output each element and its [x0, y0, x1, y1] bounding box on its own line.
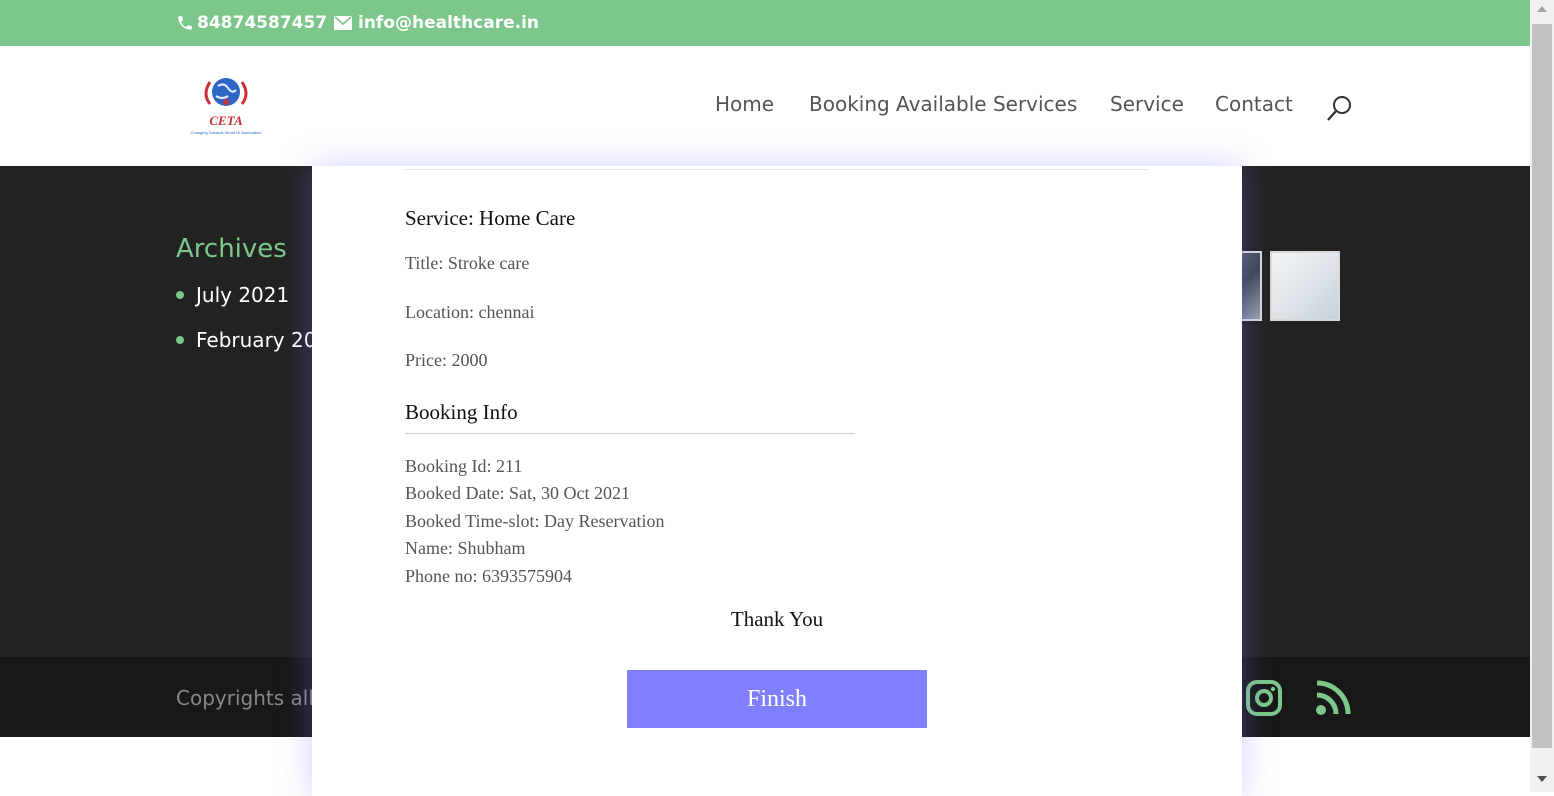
- archive-label: July 2021: [196, 283, 290, 307]
- archives-heading: Archives: [176, 234, 287, 264]
- thank-you-message: Thank You: [730, 607, 824, 631]
- phone-number: 84874587457: [197, 13, 328, 33]
- site-header: CETA Changing Towards World Of Automatio…: [0, 46, 1530, 166]
- booking-info-heading: Booking Info: [405, 400, 518, 424]
- divider: [405, 433, 855, 434]
- svg-text:CETA: CETA: [209, 113, 243, 128]
- email-address: info@healthcare.in: [358, 13, 540, 33]
- envelope-icon: [334, 16, 352, 30]
- archive-link-july-2021[interactable]: July 2021: [176, 283, 289, 307]
- bullet-icon: [176, 291, 184, 299]
- page-scrollbar[interactable]: [1530, 0, 1554, 792]
- nav-service[interactable]: Service: [1110, 92, 1184, 116]
- scroll-up-arrow-icon[interactable]: [1537, 6, 1547, 12]
- phone-contact[interactable]: 84874587457: [176, 13, 327, 33]
- service-location: Location: chennai: [405, 302, 535, 322]
- scroll-down-arrow-icon[interactable]: [1537, 776, 1547, 782]
- customer-phone: Phone no: 6393575904: [405, 566, 573, 586]
- booking-id: Booking Id: 211: [405, 456, 523, 476]
- nav-home[interactable]: Home: [715, 92, 774, 116]
- booking-confirmation-modal: Service: Home Care Title: Stroke care Lo…: [312, 166, 1242, 796]
- booked-date: Booked Date: Sat, 30 Oct 2021: [405, 483, 630, 503]
- booked-time-slot: Booked Time-slot: Day Reservation: [405, 511, 665, 531]
- service-name: Service: Home Care: [405, 206, 576, 230]
- divider: [405, 169, 1148, 170]
- rss-icon[interactable]: [1314, 679, 1354, 717]
- site-logo[interactable]: CETA Changing Towards World Of Automatio…: [180, 74, 272, 138]
- archive-label: February 20: [196, 328, 317, 352]
- nav-booking-available-services[interactable]: Booking Available Services: [809, 92, 1077, 116]
- phone-icon: [178, 16, 192, 30]
- top-contact-bar: 84874587457 info@healthcare.in: [0, 0, 1530, 46]
- scrollbar-thumb[interactable]: [1532, 24, 1552, 748]
- bullet-icon: [176, 336, 184, 344]
- finish-button[interactable]: Finish: [627, 670, 927, 728]
- customer-name: Name: Shubham: [405, 538, 526, 558]
- nav-contact[interactable]: Contact: [1215, 92, 1293, 116]
- archive-link-february[interactable]: February 20: [176, 328, 316, 352]
- email-contact[interactable]: info@healthcare.in: [334, 13, 539, 33]
- gallery-thumbnail[interactable]: [1270, 251, 1340, 321]
- service-price: Price: 2000: [405, 350, 488, 370]
- instagram-icon[interactable]: [1245, 679, 1283, 717]
- search-icon[interactable]: [1326, 94, 1354, 122]
- service-title: Title: Stroke care: [405, 253, 530, 273]
- logo-tagline: Changing Towards World Of Automation: [190, 130, 261, 135]
- copyright-text: Copyrights all: [176, 686, 314, 710]
